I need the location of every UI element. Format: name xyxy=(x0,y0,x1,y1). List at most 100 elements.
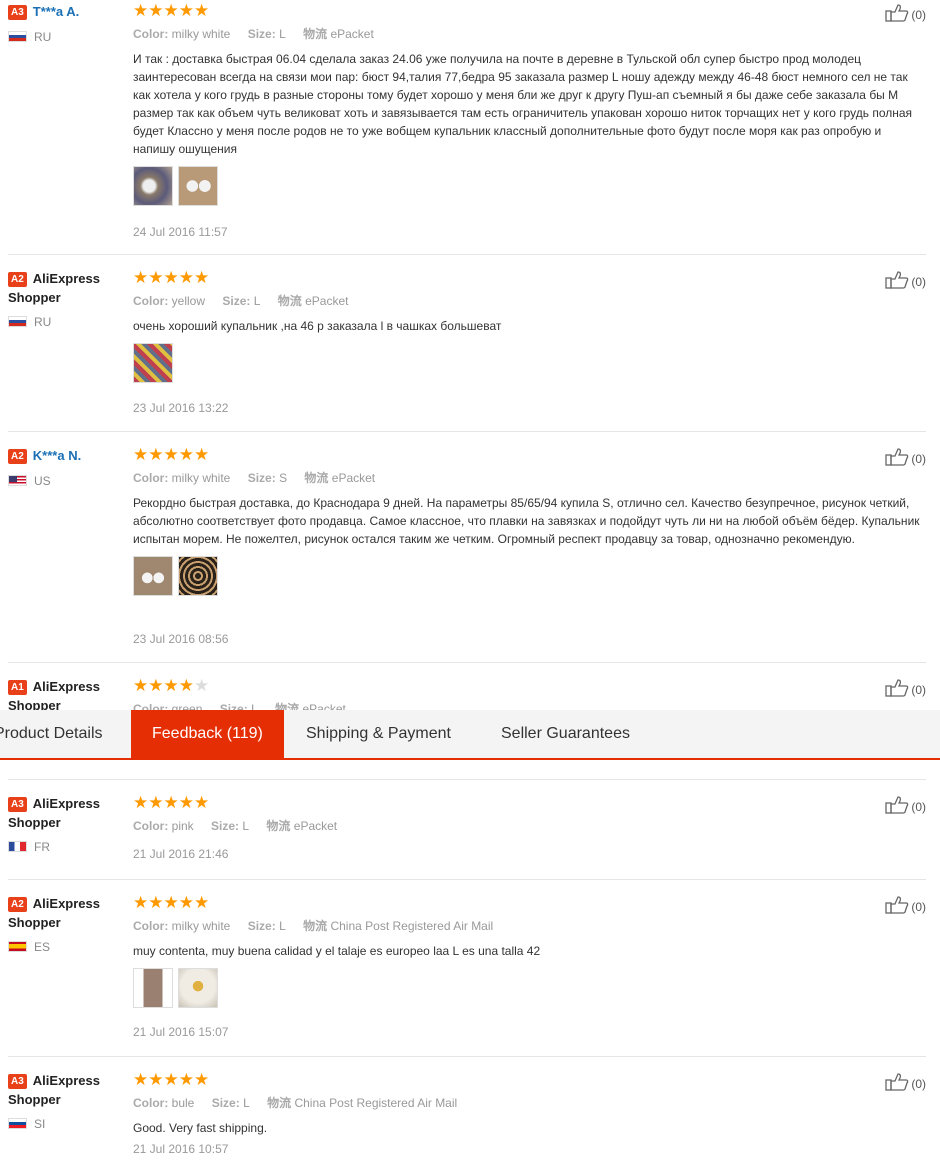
attr-shipping: China Post Registered Air Mail xyxy=(294,1096,458,1110)
helpful-button[interactable]: (0) xyxy=(885,448,926,469)
review-body: ★★★★★ Color: milky white Size: L 物流 ePac… xyxy=(133,1,933,239)
review-body: ★★★★★ Color: bule Size: L 物流 China Post … xyxy=(133,1070,933,1156)
rating-stars: ★★★★★ xyxy=(133,268,210,287)
product-tabs: Product Details Feedback (119) Shipping … xyxy=(0,710,940,760)
review-photos xyxy=(133,343,933,385)
thumbs-up-icon xyxy=(885,1073,909,1094)
review-text: Good. Very fast shipping. xyxy=(133,1121,268,1135)
review-divider xyxy=(8,1056,926,1057)
review-text: muy contenta, muy buena calidad y el tal… xyxy=(133,944,541,958)
helpful-count: (0) xyxy=(911,800,926,814)
helpful-count: (0) xyxy=(911,275,926,289)
review-item: A2 K***a N. US ★★★★★ Color: milky white S… xyxy=(0,446,940,663)
reviewer-name[interactable]: T***a A. xyxy=(33,4,79,19)
review-photos xyxy=(133,556,933,598)
helpful-button[interactable]: (0) xyxy=(885,679,926,700)
helpful-button[interactable]: (0) xyxy=(885,896,926,917)
attr-color: bule xyxy=(171,1096,195,1110)
helpful-count: (0) xyxy=(911,8,926,22)
review-item: A3 AliExpress Shopper SI ★★★★★ Color: bul… xyxy=(0,1071,940,1170)
flag-si-icon xyxy=(8,1118,27,1129)
tab-shipping-payment[interactable]: Shipping & Payment xyxy=(306,710,451,758)
review-photo-thumbnail[interactable] xyxy=(133,166,173,206)
helpful-button[interactable]: (0) xyxy=(885,4,926,25)
attr-size: L xyxy=(253,294,261,308)
buyer-level-badge: A1 xyxy=(8,680,27,695)
reviewer-country: ES xyxy=(34,940,51,954)
helpful-count: (0) xyxy=(911,452,926,466)
helpful-count: (0) xyxy=(911,900,926,914)
attr-shipping: ePacket xyxy=(293,819,338,833)
review-date: 24 Jul 2016 11:57 xyxy=(133,225,228,239)
flag-us-icon xyxy=(8,475,27,486)
flag-fr-icon xyxy=(8,841,27,852)
flag-es-icon xyxy=(8,941,27,952)
tab-product-details[interactable]: Product Details xyxy=(0,710,103,758)
review-photo-thumbnail[interactable] xyxy=(178,166,218,206)
helpful-button[interactable]: (0) xyxy=(885,1073,926,1094)
reviewer-country: US xyxy=(34,474,51,488)
attr-color: milky white xyxy=(171,471,231,485)
buyer-level-badge: A2 xyxy=(8,272,27,287)
rating-stars: ★★★★★ xyxy=(133,793,210,812)
tab-seller-guarantees[interactable]: Seller Guarantees xyxy=(501,710,630,758)
reviewer-info: A3 AliExpress Shopper SI xyxy=(8,1071,128,1132)
order-attributes: Color: yellow Size: L 物流 ePacket xyxy=(133,294,349,308)
order-attributes: Color: milky white Size: S 物流 ePacket xyxy=(133,471,376,485)
rating-stars: ★★★★★ xyxy=(133,1070,210,1089)
attr-shipping: ePacket xyxy=(331,471,376,485)
rating-stars: ★★★★★ xyxy=(133,893,210,912)
attr-color: pink xyxy=(171,819,194,833)
review-date: 23 Jul 2016 13:22 xyxy=(133,401,229,415)
rating-stars: ★★★★★ xyxy=(133,676,210,695)
attr-shipping: China Post Registered Air Mail xyxy=(330,919,494,933)
order-attributes: Color: milky white Size: L 物流 China Post… xyxy=(133,919,494,933)
review-photo-thumbnail[interactable] xyxy=(133,343,173,383)
review-photo-thumbnail[interactable] xyxy=(133,968,173,1008)
buyer-level-badge: A3 xyxy=(8,5,27,20)
review-text: И так : доставка быстрая 06.04 сделала з… xyxy=(133,52,913,156)
review-photo-thumbnail[interactable] xyxy=(178,556,218,596)
order-attributes: Color: pink Size: L 物流 ePacket xyxy=(133,819,338,833)
review-photo-thumbnail[interactable] xyxy=(133,556,173,596)
review-item: A2 AliExpress Shopper ES ★★★★★ Color: mil… xyxy=(0,894,940,1057)
review-divider xyxy=(8,254,926,255)
buyer-level-badge: A3 xyxy=(8,797,27,812)
helpful-count: (0) xyxy=(911,1077,926,1091)
reviewer-info: A3 AliExpress Shopper FR xyxy=(8,794,128,855)
tab-feedback[interactable]: Feedback (119) xyxy=(131,710,284,758)
review-date: 23 Jul 2016 08:56 xyxy=(133,632,229,646)
attr-size: S xyxy=(279,471,288,485)
rating-stars: ★★★★★ xyxy=(133,1,210,20)
reviewer-country: SI xyxy=(34,1117,46,1131)
buyer-level-badge: A2 xyxy=(8,449,27,464)
reviewer-info: A2 AliExpress Shopper ES xyxy=(8,894,128,955)
buyer-level-badge: A3 xyxy=(8,1074,27,1089)
reviewer-country: RU xyxy=(34,30,52,44)
attr-size: L xyxy=(279,27,286,41)
thumbs-up-icon xyxy=(885,271,909,292)
flag-ru-icon xyxy=(8,31,27,42)
helpful-button[interactable]: (0) xyxy=(885,796,926,817)
review-item: A2 AliExpress Shopper RU ★★★★★ Color: yel… xyxy=(0,269,940,432)
attr-size: L xyxy=(243,1096,250,1110)
review-photos xyxy=(133,166,933,208)
reviewer-country: RU xyxy=(34,315,52,329)
review-photos xyxy=(133,968,933,1010)
buyer-level-badge: A2 xyxy=(8,897,27,912)
thumbs-up-icon xyxy=(885,896,909,917)
rating-stars: ★★★★★ xyxy=(133,445,210,464)
thumbs-up-icon xyxy=(885,679,909,700)
review-body: ★★★★★ Color: milky white Size: S 物流 ePac… xyxy=(133,445,933,646)
attr-color: milky white xyxy=(171,27,231,41)
review-photo-thumbnail[interactable] xyxy=(178,968,218,1008)
review-date: 21 Jul 2016 21:46 xyxy=(133,847,229,861)
review-text: Рекордно быстрая доставка, до Краснодара… xyxy=(133,496,920,546)
reviewer-info: A2 AliExpress Shopper RU xyxy=(8,269,128,330)
review-body: ★★★★★ Color: yellow Size: L 物流 ePacket о… xyxy=(133,268,933,415)
reviewer-info: A3 T***a A. RU xyxy=(8,2,128,45)
helpful-count: (0) xyxy=(911,683,926,697)
reviewer-name[interactable]: K***a N. xyxy=(33,448,81,463)
review-divider xyxy=(8,879,926,880)
helpful-button[interactable]: (0) xyxy=(885,271,926,292)
